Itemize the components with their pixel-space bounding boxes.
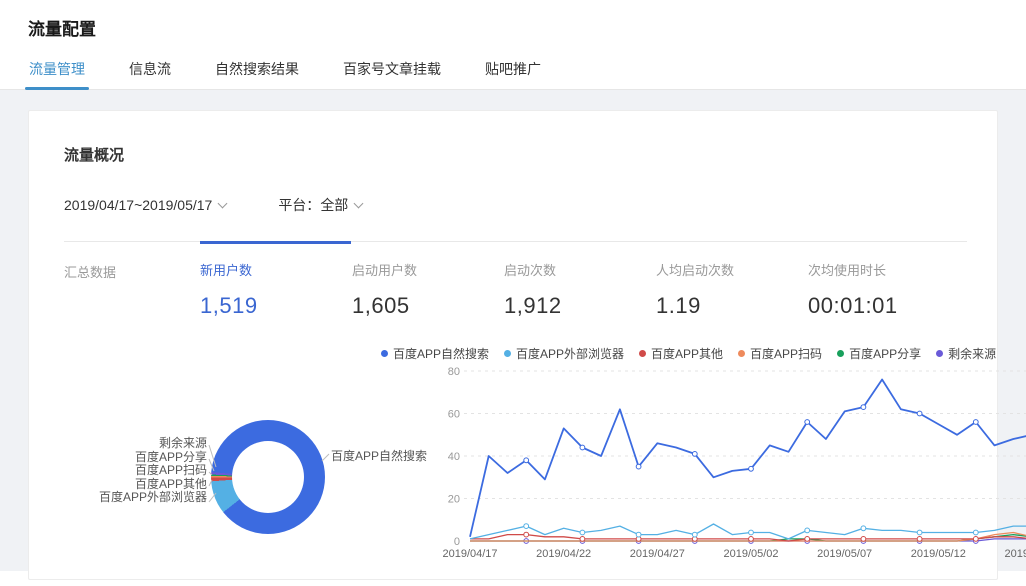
stat-label: 人均启动次数	[656, 260, 808, 279]
svg-text:2019/04/27: 2019/04/27	[630, 548, 685, 560]
page-title: 流量配置	[28, 15, 1026, 40]
legend-dot-icon	[381, 350, 388, 357]
charts-section: 百度APP自然搜索百度APP外部浏览器百度APP其他百度APP扫码百度APP分享…	[64, 341, 967, 586]
stat-new-users[interactable]: 新用户数 1,519	[200, 260, 352, 319]
platform-label: 平台：	[278, 195, 320, 215]
legend-item-5[interactable]: 剩余来源	[936, 345, 996, 362]
svg-text:20: 20	[448, 494, 460, 506]
pie-label-app-natural-search: 百度APP自然搜索	[331, 447, 427, 464]
donut-left-labels: 剩余来源 百度APP分享 百度APP扫码 百度APP其他 百度APP外部浏览器	[64, 437, 207, 505]
svg-text:2019/04/17: 2019/04/17	[442, 548, 497, 560]
active-stat-indicator	[200, 241, 351, 244]
tab-info-flow[interactable]: 信息流	[125, 59, 175, 89]
stat-launch-users[interactable]: 启动用户数 1,605	[352, 260, 504, 319]
stat-label: 启动用户数	[352, 260, 504, 279]
date-range-select[interactable]: 2019/04/17~2019/05/17	[64, 197, 226, 213]
stat-value: 1.19	[656, 293, 808, 319]
stats-divider	[64, 241, 967, 242]
stat-value: 1,605	[352, 293, 504, 319]
legend-dot-icon	[738, 350, 745, 357]
page-header: 流量配置	[0, 0, 1026, 40]
donut-chart[interactable]	[211, 420, 325, 534]
tab-bar: 流量管理 信息流 自然搜索结果 百家号文章挂载 贴吧推广	[0, 58, 1026, 90]
svg-text:80: 80	[448, 366, 460, 378]
tab-tieba-promotion[interactable]: 贴吧推广	[481, 59, 545, 89]
legend-item-0[interactable]: 百度APP自然搜索	[381, 345, 489, 362]
svg-text:2019/05/02: 2019/05/02	[723, 548, 778, 560]
svg-text:40: 40	[448, 451, 460, 463]
stat-label: 次均使用时长	[808, 260, 960, 279]
stat-avg-launches-per-user[interactable]: 人均启动次数 1.19	[656, 260, 808, 319]
pie-label-app-share: 百度APP分享	[64, 451, 207, 465]
legend-label: 百度APP分享	[849, 345, 921, 362]
tab-natural-search-results[interactable]: 自然搜索结果	[211, 59, 303, 89]
pie-label-app-scan: 百度APP扫码	[64, 464, 207, 478]
stat-avg-session-duration[interactable]: 次均使用时长 00:01:01	[808, 260, 960, 319]
stat-value: 00:01:01	[808, 293, 960, 319]
card-title: 流量概况	[64, 144, 967, 165]
pie-label-app-other: 百度APP其他	[64, 478, 207, 492]
traffic-overview-card: 流量概况 2019/04/17~2019/05/17 平台： 全部 汇总数据 新…	[28, 110, 998, 580]
legend-dot-icon	[639, 350, 646, 357]
legend-item-2[interactable]: 百度APP其他	[639, 345, 723, 362]
legend-item-3[interactable]: 百度APP扫码	[738, 345, 822, 362]
legend-label: 百度APP扫码	[750, 345, 822, 362]
stat-label: 启动次数	[504, 260, 656, 279]
svg-text:2019/05/17: 2019/05/17	[1004, 548, 1026, 560]
legend-item-4[interactable]: 百度APP分享	[837, 345, 921, 362]
content-background: 流量概况 2019/04/17~2019/05/17 平台： 全部 汇总数据 新…	[0, 90, 1026, 571]
donut-hole	[232, 441, 304, 513]
line-chart[interactable]: 0 20 40 60 80 2019/04/17 2019/04/22 2019/04/27 2…	[436, 363, 1026, 578]
svg-text:60: 60	[448, 409, 460, 421]
stat-value: 1,519	[200, 293, 352, 319]
tab-traffic-management[interactable]: 流量管理	[25, 59, 89, 89]
legend-dot-icon	[936, 350, 943, 357]
filter-row: 2019/04/17~2019/05/17 平台： 全部	[64, 195, 967, 215]
stat-launch-count[interactable]: 启动次数 1,912	[504, 260, 656, 319]
pie-label-app-external-browser: 百度APP外部浏览器	[64, 491, 207, 505]
legend-item-1[interactable]: 百度APP外部浏览器	[504, 345, 624, 362]
legend-dot-icon	[504, 350, 511, 357]
chevron-down-icon	[354, 198, 364, 208]
svg-text:2019/04/22: 2019/04/22	[536, 548, 591, 560]
summary-data-label: 汇总数据	[64, 260, 200, 319]
legend-label: 剩余来源	[948, 345, 996, 362]
tab-baijiahao-article-mount[interactable]: 百家号文章挂载	[339, 59, 445, 89]
chevron-down-icon	[218, 198, 228, 208]
pie-label-remaining-sources: 剩余来源	[64, 437, 207, 451]
svg-text:2019/05/07: 2019/05/07	[817, 548, 872, 560]
date-range-value: 2019/04/17~2019/05/17	[64, 197, 212, 213]
platform-select[interactable]: 平台： 全部	[278, 195, 362, 215]
svg-text:0: 0	[454, 536, 460, 548]
chart-legend: 百度APP自然搜索 百度APP外部浏览器 百度APP其他 百度APP扫码 百度APP分享…	[381, 345, 996, 362]
line-chart-area: 0 20 40 60 80 2019/04/17 2019/04/22 2019/04/27 2…	[436, 363, 1026, 586]
stats-row: 汇总数据 新用户数 1,519 启动用户数 1,605 启动次数 1,912 人…	[64, 242, 967, 319]
platform-value: 全部	[320, 195, 348, 215]
legend-label: 百度APP外部浏览器	[516, 345, 624, 362]
svg-text:2019/05/12: 2019/05/12	[911, 548, 966, 560]
legend-label: 百度APP其他	[651, 345, 723, 362]
stat-label: 新用户数	[200, 260, 352, 279]
stat-value: 1,912	[504, 293, 656, 319]
legend-label: 百度APP自然搜索	[393, 345, 489, 362]
legend-dot-icon	[837, 350, 844, 357]
